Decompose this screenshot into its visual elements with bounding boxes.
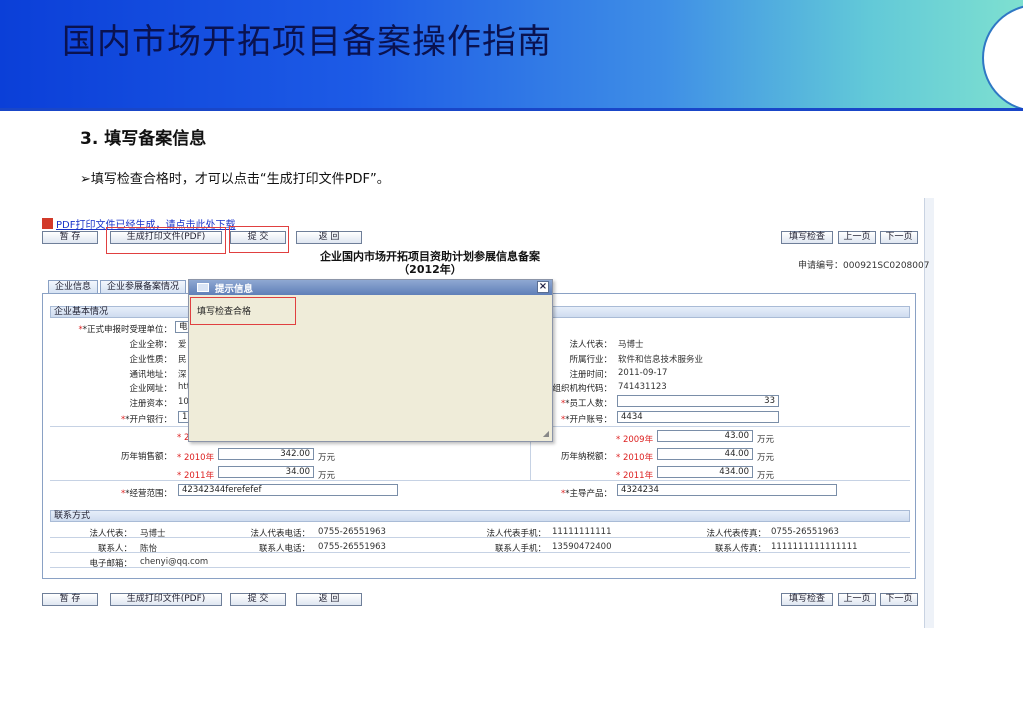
application-number-label: 申请编号： bbox=[798, 261, 844, 271]
label-receiving-unit: **正式申报时受理单位： bbox=[78, 325, 172, 335]
window-icon bbox=[197, 283, 209, 292]
highlight-submit bbox=[229, 226, 289, 253]
receiving-unit-field[interactable]: 电 bbox=[175, 321, 189, 333]
tax-2009-field[interactable]: 43.00 bbox=[657, 430, 753, 442]
tax-2010-field[interactable]: 44.00 bbox=[657, 448, 753, 460]
prev-page-button[interactable]: 上一页 bbox=[838, 231, 876, 244]
org-code-value: 741431123 bbox=[618, 382, 667, 392]
label-sales: 历年销售额： bbox=[120, 452, 172, 462]
label-capital: 注册资本： bbox=[129, 399, 172, 409]
label-company-type: 企业性质： bbox=[129, 355, 172, 365]
highlight-dialog-message bbox=[190, 297, 296, 325]
label-business-scope: **经营范围： bbox=[120, 489, 172, 499]
section-heading: 3. 填写备案信息 bbox=[80, 129, 207, 149]
label-company-name: 企业全称： bbox=[129, 340, 172, 350]
row-divider bbox=[50, 552, 910, 553]
save-button-bottom[interactable]: 暂 存 bbox=[42, 593, 98, 606]
next-page-button[interactable]: 下一页 bbox=[880, 231, 918, 244]
label-address: 通讯地址： bbox=[129, 370, 172, 380]
header-divider bbox=[0, 108, 1023, 111]
label-website: 企业网址： bbox=[129, 384, 172, 394]
dialog-title: 提示信息 bbox=[215, 284, 254, 295]
sales-2010-field[interactable]: 342.00 bbox=[218, 448, 314, 460]
legal-rep-fax-value: 0755-26551963 bbox=[771, 527, 839, 537]
legal-rep-phone-value: 0755-26551963 bbox=[318, 527, 386, 537]
group-title-contact: 联系方式 bbox=[50, 510, 910, 522]
sales-year-2010: * 2010年 bbox=[177, 453, 215, 463]
form-title-text: 企业国内市场开拓项目资助计划参展信息备案 bbox=[320, 250, 540, 263]
close-icon[interactable]: × bbox=[537, 281, 549, 293]
sales-2010-unit: 万元 bbox=[318, 453, 336, 463]
email-value: chenyi@qq.com bbox=[140, 557, 209, 567]
register-date-value: 2011-09-17 bbox=[618, 368, 668, 378]
resize-grip-icon[interactable]: ◢ bbox=[543, 429, 549, 438]
row-divider bbox=[50, 480, 910, 481]
dialog-titlebar[interactable]: 提示信息 × bbox=[189, 280, 552, 295]
label-main-product: **主导产品： bbox=[560, 489, 612, 499]
row-divider bbox=[50, 537, 910, 538]
pdf-icon bbox=[42, 218, 53, 229]
legal-rep-value: 马博士 bbox=[618, 340, 644, 350]
slide: 国内市场开拓项目备案操作指南 3. 填写备案信息 ➢填写检查合格时，才可以点击“… bbox=[0, 0, 1023, 708]
check-button[interactable]: 填写检查 bbox=[781, 231, 833, 244]
prev-page-button-bottom[interactable]: 上一页 bbox=[838, 593, 876, 606]
form-year: （2012年） bbox=[398, 263, 462, 276]
contact-fax-value: 1111111111111111 bbox=[771, 542, 858, 552]
account-field[interactable]: 4434 bbox=[617, 411, 779, 423]
employees-field[interactable]: 33 bbox=[617, 395, 779, 407]
tab-company-info[interactable]: 企业信息 bbox=[48, 280, 99, 293]
application-number: 申请编号：000921SC0208007 bbox=[798, 258, 929, 271]
back-button-bottom[interactable]: 返 回 bbox=[296, 593, 362, 606]
header-banner: 国内市场开拓项目备案操作指南 bbox=[0, 0, 1023, 112]
legal-rep-mobile-value: 11111111111 bbox=[552, 527, 612, 537]
contact-phone-value: 0755-26551963 bbox=[318, 542, 386, 552]
form-title: 企业国内市场开拓项目资助计划参展信息备案 （2012年） bbox=[300, 250, 560, 276]
tax-year-2009: * 2009年 bbox=[616, 435, 654, 445]
submit-button-bottom[interactable]: 提 交 bbox=[230, 593, 286, 606]
save-button[interactable]: 暂 存 bbox=[42, 231, 98, 244]
check-button-bottom[interactable]: 填写检查 bbox=[781, 593, 833, 606]
slide-title: 国内市场开拓项目备案操作指南 bbox=[62, 22, 552, 62]
highlight-generate-pdf bbox=[106, 227, 226, 254]
sales-2011-field[interactable]: 34.00 bbox=[218, 466, 314, 478]
main-product-field[interactable]: 4324234 bbox=[617, 484, 837, 496]
decorative-arc bbox=[982, 4, 1023, 112]
contact-mobile-value: 13590472400 bbox=[552, 542, 612, 552]
company-name-value: 爱 bbox=[178, 340, 187, 350]
tax-2011-field[interactable]: 434.00 bbox=[657, 466, 753, 478]
address-value: 深 bbox=[178, 370, 187, 380]
application-number-value: 000921SC0208007 bbox=[843, 261, 930, 271]
company-type-value: 民 bbox=[178, 355, 187, 365]
label-tax: 历年纳税额： bbox=[560, 452, 612, 462]
tax-2010-unit: 万元 bbox=[757, 453, 775, 463]
row-divider bbox=[50, 567, 910, 568]
tab-exhibition-records[interactable]: 企业参展备案情况 bbox=[100, 280, 187, 293]
industry-value: 软件和信息技术服务业 bbox=[618, 355, 704, 365]
tax-year-2010: * 2010年 bbox=[616, 453, 654, 463]
tax-2009-unit: 万元 bbox=[757, 435, 775, 445]
label-bank: **开户银行： bbox=[120, 415, 172, 425]
back-button[interactable]: 返 回 bbox=[296, 231, 362, 244]
generate-pdf-button-bottom[interactable]: 生成打印文件(PDF) bbox=[110, 593, 222, 606]
next-page-button-bottom[interactable]: 下一页 bbox=[880, 593, 918, 606]
business-scope-field[interactable]: 42342344ferefefef bbox=[178, 484, 398, 496]
bullet-text: ➢填写检查合格时，才可以点击“生成打印文件PDF”。 bbox=[80, 172, 390, 187]
